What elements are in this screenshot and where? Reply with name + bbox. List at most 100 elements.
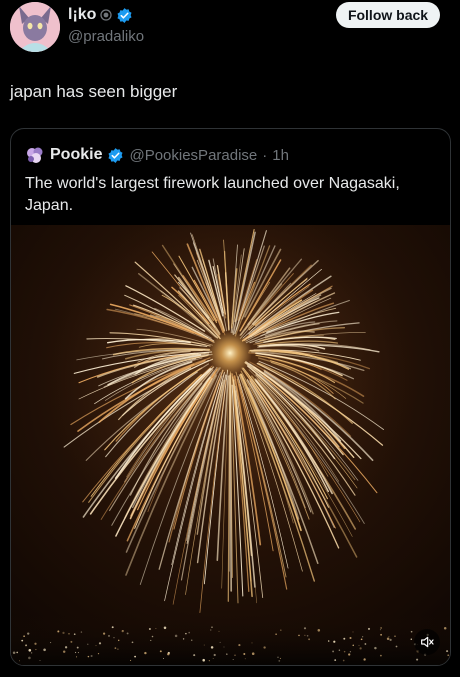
city-light (50, 642, 52, 644)
city-light (202, 658, 205, 662)
city-light (304, 634, 306, 636)
city-light (338, 649, 341, 652)
city-light (358, 644, 360, 646)
city-light (134, 655, 136, 658)
city-light (388, 636, 390, 638)
city-light (303, 627, 307, 630)
city-light (98, 642, 102, 645)
mute-button[interactable] (414, 629, 440, 655)
verified-badge-icon (117, 7, 132, 23)
city-light (148, 627, 151, 631)
quoted-avatar-icon[interactable] (25, 145, 45, 165)
city-light (232, 658, 234, 661)
city-light (211, 626, 213, 629)
city-light (447, 654, 449, 656)
city-light (363, 658, 366, 661)
city-light (87, 643, 89, 645)
post-text: japan has seen bigger (10, 82, 178, 101)
verified-badge-icon (108, 147, 123, 163)
firework-spark (229, 374, 233, 592)
follow-back-button[interactable]: Follow back (336, 2, 440, 28)
quoted-display-name[interactable]: Pookie (50, 146, 102, 164)
city-light (35, 649, 37, 651)
city-light (342, 659, 345, 662)
quoted-text: The world's largest firework launched ov… (25, 175, 400, 214)
city-light (34, 642, 37, 645)
city-light (298, 634, 300, 637)
city-light (380, 654, 382, 657)
city-light (25, 645, 27, 647)
city-light (163, 626, 167, 630)
city-light (114, 647, 117, 649)
city-light (308, 638, 311, 641)
city-light (327, 640, 330, 642)
volume-muted-icon (421, 636, 434, 648)
city-light (386, 637, 390, 641)
city-light (131, 641, 134, 644)
city-light (150, 639, 152, 641)
quoted-post[interactable]: Pookie @PookiesParadise · 1h The world's… (10, 128, 451, 666)
city-light (188, 631, 190, 634)
city-light (395, 645, 398, 648)
city-light (117, 639, 120, 642)
quoted-timestamp[interactable]: 1h (272, 147, 289, 164)
city-light (263, 646, 266, 649)
city-light (113, 637, 115, 639)
city-light (43, 648, 46, 652)
quoted-separator: · (262, 146, 268, 164)
city-light (244, 658, 246, 660)
city-light (151, 635, 154, 638)
city-light (62, 650, 66, 653)
firework-video[interactable] (11, 225, 450, 665)
city-light (77, 652, 79, 654)
quoted-handle[interactable]: @PookiesParadise (129, 147, 257, 164)
city-light (64, 646, 68, 649)
city-light (379, 629, 381, 631)
city-light (410, 638, 413, 640)
city-light (213, 653, 216, 657)
quoted-header: Pookie @PookiesParadise · 1h (25, 145, 289, 165)
city-light (218, 630, 220, 632)
city-light (103, 632, 106, 635)
city-light (130, 659, 132, 661)
author-display-name[interactable]: l¡ko (68, 6, 96, 24)
city-light (21, 639, 24, 642)
city-light (68, 633, 70, 635)
city-light (18, 660, 20, 662)
city-light (57, 630, 60, 633)
city-light (352, 644, 354, 647)
city-light (275, 633, 277, 636)
city-light (39, 660, 41, 662)
city-light (193, 654, 196, 657)
author-name-row: l¡ko (68, 6, 133, 24)
city-light (70, 640, 73, 643)
city-light (333, 640, 336, 643)
city-light (126, 632, 129, 635)
city-light (352, 631, 354, 633)
avatar-illustration-icon (10, 2, 60, 52)
city-light (90, 654, 93, 658)
author-handle[interactable]: @pradaliko (68, 28, 144, 45)
city-light (278, 660, 281, 662)
city-light (155, 628, 157, 630)
city-light (223, 646, 225, 648)
city-light (317, 629, 321, 632)
author-avatar[interactable] (10, 2, 60, 52)
city-light (389, 638, 392, 642)
city-light (380, 627, 382, 629)
city-light (95, 645, 97, 647)
city-light (348, 653, 351, 656)
city-light (374, 646, 377, 650)
city-light (121, 630, 124, 633)
city-light (364, 643, 367, 645)
city-light (251, 642, 253, 644)
post-header: l¡ko @pradaliko Follow back (0, 0, 460, 60)
city-light (332, 650, 335, 653)
city-light (367, 627, 371, 630)
city-light (144, 651, 147, 655)
city-light (349, 651, 352, 653)
city-light (75, 651, 77, 654)
city-light (410, 630, 413, 633)
city-light (279, 657, 281, 659)
city-light (380, 633, 382, 636)
